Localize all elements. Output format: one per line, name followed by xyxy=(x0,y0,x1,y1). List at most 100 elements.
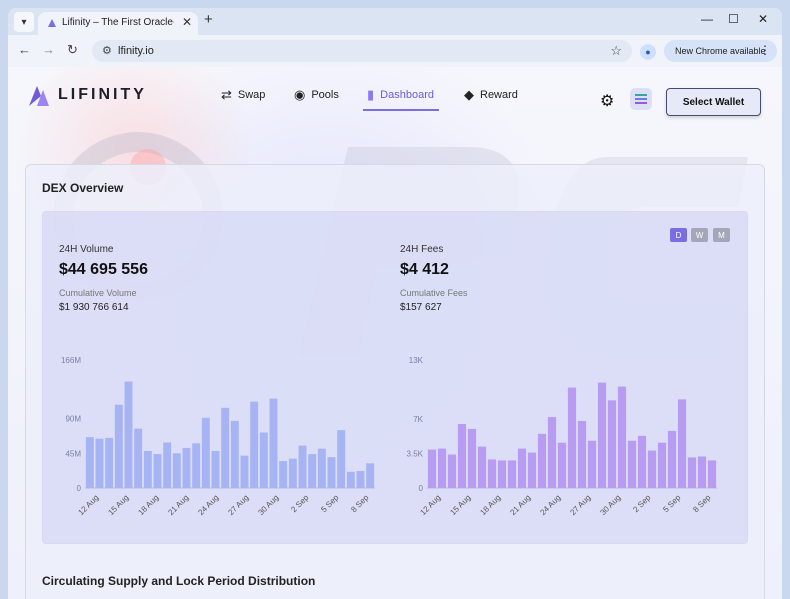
chart-bar[interactable] xyxy=(577,421,587,488)
chart-bar[interactable] xyxy=(667,430,677,488)
chart-bar[interactable] xyxy=(547,417,557,488)
settings-gear-icon[interactable]: ⚙ xyxy=(600,91,614,111)
active-tab[interactable]: Lifinity – The First Oracle-Based ✕ xyxy=(38,12,198,35)
chart-bar[interactable] xyxy=(567,387,577,488)
chart-bar[interactable] xyxy=(697,456,707,488)
x-tick-label: 30 Aug xyxy=(256,493,280,517)
chart-bar[interactable] xyxy=(487,459,497,488)
browser-toolbar: ← → ↻ ⚙ lfinity.io ☆ ● New Chrome availa… xyxy=(8,35,782,67)
chart-bar[interactable] xyxy=(230,420,239,488)
chart-bar[interactable] xyxy=(95,438,104,488)
chart-bar[interactable] xyxy=(240,455,249,488)
site-info-icon[interactable]: ⚙ xyxy=(102,44,112,57)
chart-bar[interactable] xyxy=(308,454,317,488)
reload-icon[interactable]: ↻ xyxy=(67,42,78,58)
chart-bar[interactable] xyxy=(687,457,697,488)
tab-search-button[interactable]: ▾ xyxy=(14,12,34,32)
chart-bar[interactable] xyxy=(366,463,375,488)
nav-swap[interactable]: ⇄ Swap xyxy=(221,85,265,105)
chart-bar[interactable] xyxy=(527,452,537,488)
chart-bar[interactable] xyxy=(114,404,123,488)
page-viewport: LIFINITY ⇄ Swap ◉ Pools ▮ Dashboard ◆ Re… xyxy=(8,67,782,599)
x-tick-label: 2 Sep xyxy=(631,493,653,515)
chart-bar[interactable] xyxy=(497,460,507,488)
new-tab-icon[interactable]: + xyxy=(204,11,213,28)
chart-bar[interactable] xyxy=(467,428,477,488)
logo-wordmark[interactable]: LIFINITY xyxy=(58,86,147,104)
nav-reward[interactable]: ◆ Reward xyxy=(464,85,518,105)
fees-value: $4 412 xyxy=(400,261,449,278)
chart-bar[interactable] xyxy=(517,448,527,488)
chart-bar[interactable] xyxy=(85,437,94,488)
chart-bar[interactable] xyxy=(477,446,487,488)
lifinity-logo-icon[interactable] xyxy=(29,84,49,106)
nav-dashboard[interactable]: ▮ Dashboard xyxy=(367,85,434,105)
chart-bar[interactable] xyxy=(172,453,181,488)
update-chip-button[interactable]: New Chrome available ⋮ xyxy=(664,40,777,62)
chart-bar[interactable] xyxy=(105,437,114,488)
chart-bar[interactable] xyxy=(221,407,230,488)
x-tick-label: 24 Aug xyxy=(538,493,562,517)
chart-bar[interactable] xyxy=(134,428,143,488)
address-bar[interactable]: ⚙ lfinity.io ☆ xyxy=(92,40,632,62)
chart-bar[interactable] xyxy=(356,471,365,488)
profile-avatar-icon[interactable]: ● xyxy=(640,44,656,60)
network-button[interactable] xyxy=(630,88,652,110)
chart-bar[interactable] xyxy=(617,386,627,488)
cum-volume-label: Cumulative Volume xyxy=(59,288,137,298)
chart-bar[interactable] xyxy=(597,382,607,488)
chart-bar[interactable] xyxy=(192,443,201,488)
period-month-button[interactable]: M xyxy=(713,228,730,242)
chart-bar[interactable] xyxy=(557,442,567,488)
chart-bar[interactable] xyxy=(153,454,162,488)
chart-bar[interactable] xyxy=(337,430,346,488)
chart-bar[interactable] xyxy=(182,447,191,488)
bookmark-star-icon[interactable]: ☆ xyxy=(610,43,622,59)
window-close-icon[interactable]: ✕ xyxy=(758,12,768,26)
x-tick-label: 18 Aug xyxy=(136,493,160,517)
chart-bar[interactable] xyxy=(288,458,297,488)
period-day-button[interactable]: D xyxy=(670,228,687,242)
tab-close-icon[interactable]: ✕ xyxy=(182,15,192,29)
chart-bar[interactable] xyxy=(627,440,637,488)
chart-bar[interactable] xyxy=(447,454,457,488)
chart-bar[interactable] xyxy=(201,417,210,488)
x-tick-label: 24 Aug xyxy=(196,493,220,517)
site-header: LIFINITY ⇄ Swap ◉ Pools ▮ Dashboard ◆ Re… xyxy=(8,67,782,121)
select-wallet-button[interactable]: Select Wallet xyxy=(666,88,761,116)
chart-bar[interactable] xyxy=(269,398,278,488)
chart-bar[interactable] xyxy=(327,457,336,488)
chart-bar[interactable] xyxy=(657,442,667,488)
chart-bar[interactable] xyxy=(537,433,547,488)
chart-bar[interactable] xyxy=(279,461,288,488)
chart-bar[interactable] xyxy=(211,450,220,488)
x-tick-label: 2 Sep xyxy=(289,493,311,515)
chart-bar[interactable] xyxy=(587,440,597,488)
period-week-button[interactable]: W xyxy=(691,228,708,242)
chart-bar[interactable] xyxy=(457,424,467,488)
chart-bar[interactable] xyxy=(707,460,717,488)
chart-bar[interactable] xyxy=(124,381,133,488)
chart-bar[interactable] xyxy=(259,432,268,488)
chart-bar[interactable] xyxy=(637,435,647,488)
chart-bar[interactable] xyxy=(427,449,437,488)
chart-bar[interactable] xyxy=(346,471,355,488)
menu-dots-icon[interactable]: ⋮ xyxy=(759,43,771,57)
chart-bar[interactable] xyxy=(677,399,687,488)
back-icon[interactable]: ← xyxy=(18,42,31,57)
chart-bar[interactable] xyxy=(250,401,259,488)
chart-bar[interactable] xyxy=(647,450,657,488)
chart-bar[interactable] xyxy=(143,450,152,488)
chart-bar[interactable] xyxy=(298,445,307,488)
nav-pools[interactable]: ◉ Pools xyxy=(294,85,339,105)
chart-bar[interactable] xyxy=(163,442,172,488)
y-tick-label: 166M xyxy=(61,356,81,365)
chart-bar[interactable] xyxy=(317,448,326,488)
x-tick-label: 15 Aug xyxy=(106,493,130,517)
forward-icon[interactable]: → xyxy=(42,42,55,57)
maximize-icon[interactable]: ☐ xyxy=(728,12,739,26)
chart-bar[interactable] xyxy=(437,448,447,488)
chart-bar[interactable] xyxy=(507,460,517,488)
chart-bar[interactable] xyxy=(607,400,617,488)
minimize-icon[interactable]: — xyxy=(701,12,713,26)
